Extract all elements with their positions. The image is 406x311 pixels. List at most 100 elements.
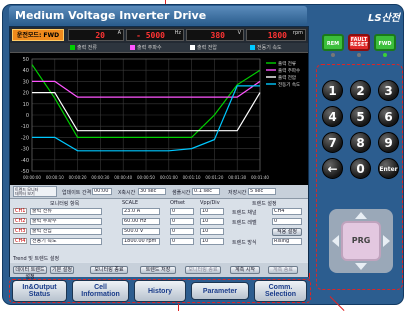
voltage-unit: V xyxy=(237,30,241,36)
x-tick-label: 00:01:30 xyxy=(228,175,246,180)
backspace-key[interactable]: ← xyxy=(322,158,343,179)
channel-tag[interactable]: CH4 xyxy=(13,238,27,244)
trend-level-field[interactable]: 0 xyxy=(272,218,302,225)
fwd-key[interactable]: FWD xyxy=(374,34,396,51)
legend-voltage: 출력 전압 xyxy=(190,44,217,51)
trend-save-button[interactable]: 트렌드 저장 xyxy=(140,266,176,274)
channel-div-field[interactable]: 10 xyxy=(200,208,224,215)
speed-value: 1800 xyxy=(267,31,287,40)
brand-logo: LS산전 xyxy=(368,13,400,24)
col-header-offset: Offset xyxy=(170,200,186,206)
key-6[interactable]: 6 xyxy=(378,106,399,127)
channel-scale-field[interactable]: 60.00 Hz xyxy=(122,218,160,225)
tab-history[interactable]: History xyxy=(134,280,186,302)
measure-start-button[interactable]: 계측 시작 xyxy=(230,266,260,274)
x-tick-label: 00:01:40 xyxy=(251,175,269,180)
frequency-value: - 5000 xyxy=(136,31,165,40)
col-header-trend-setting: 트렌드 설정 xyxy=(252,201,277,207)
key-2[interactable]: 2 xyxy=(350,80,371,101)
trend-channel-select[interactable]: CH4 xyxy=(272,208,302,215)
right-arrow-icon[interactable] xyxy=(383,235,390,247)
trend-channel-label: 트렌드 채널 xyxy=(232,210,257,216)
save-time-select[interactable]: 5 sec xyxy=(248,188,276,195)
enter-key[interactable]: Enter xyxy=(378,158,399,179)
left-arrow-icon[interactable] xyxy=(332,235,339,247)
channel-tag[interactable]: CH2 xyxy=(13,218,27,224)
status-row: 운전모드: FWD 20 A - 5000 Hz 380 V 1800 rpm xyxy=(10,27,308,43)
rem-key[interactable]: REM xyxy=(322,34,344,51)
channel-tag[interactable]: CH3 xyxy=(13,228,27,234)
monitoring-end-button[interactable]: 모니터링 종료 xyxy=(185,266,221,274)
voltage-value: 380 xyxy=(210,31,225,40)
legend-label: 출력 전류 xyxy=(77,45,97,51)
channel-offset-field[interactable]: 0 xyxy=(170,208,194,215)
tab-label-line: Status xyxy=(28,291,51,298)
legend-swatch xyxy=(130,45,135,50)
frequency-unit: Hz xyxy=(174,30,181,36)
default-settings-button[interactable]: 기본 설정 xyxy=(50,266,74,274)
fwd-led xyxy=(383,53,387,57)
trend-level-label: 트렌드 레벨 xyxy=(232,220,257,226)
run-mode-indicator: 운전모드: FWD xyxy=(12,29,64,41)
measure-stop-button[interactable]: 계측 종료 xyxy=(268,266,298,274)
x-tick-label: 00:00:30 xyxy=(91,175,109,180)
key-8[interactable]: 8 xyxy=(350,132,371,153)
tab-label-line: Information xyxy=(81,291,120,298)
x-axis-time-select[interactable]: 30 sec xyxy=(138,188,166,195)
channel-item-select[interactable]: 출력 주파수 xyxy=(30,218,102,225)
key-1[interactable]: 1 xyxy=(322,80,343,101)
tab-label-line: Cell xyxy=(94,284,107,291)
tab-cell-information[interactable]: Cell Information xyxy=(72,280,129,302)
y-tick-label: -10 xyxy=(21,124,29,130)
speed-readout: 1800 rpm xyxy=(246,29,306,41)
y-tick-label: 0 xyxy=(26,113,29,119)
x-tick-label: 00:01:00 xyxy=(160,175,178,180)
x-tick-label: 00:00:10 xyxy=(46,175,64,180)
channel-offset-field[interactable]: 0 xyxy=(170,218,194,225)
channel-offset-field[interactable]: 0 xyxy=(170,238,194,245)
channel-div-field[interactable]: 10 xyxy=(200,238,224,245)
update-interval-field[interactable]: 00:00 xyxy=(92,188,112,195)
trend-mode-select[interactable]: Rising xyxy=(272,238,302,245)
key-5[interactable]: 5 xyxy=(350,106,371,127)
y-tick-label: 20 xyxy=(23,91,29,97)
key-3[interactable]: 3 xyxy=(378,80,399,101)
channel-item-select[interactable]: 출력 전압 xyxy=(30,228,102,235)
sample-time-select[interactable]: 0.1 sec xyxy=(192,188,220,195)
key-0[interactable]: 0 xyxy=(350,158,371,179)
key-7[interactable]: 7 xyxy=(322,132,343,153)
channel-scale-field[interactable]: 1800.00 rpm xyxy=(122,238,160,245)
down-arrow-icon[interactable] xyxy=(355,263,367,270)
channel-div-field[interactable]: 10 xyxy=(200,228,224,235)
trend-settings-button[interactable]: 데이터 트렌드 설정 xyxy=(13,266,47,280)
tab-parameter[interactable]: Parameter xyxy=(191,282,249,300)
y-tick-label: -20 xyxy=(21,135,29,141)
tab-comm-selection[interactable]: Comm. Selection xyxy=(254,280,307,302)
monitoring-stop-button[interactable]: 모니터링 종료 xyxy=(90,266,128,274)
tab-io-status[interactable]: In&Output Status xyxy=(12,280,67,302)
key-9[interactable]: 9 xyxy=(378,132,399,153)
x-tick-label: 00:00:00 xyxy=(23,175,41,180)
key-4[interactable]: 4 xyxy=(322,106,343,127)
apply-trend-button[interactable]: 적용 설정 xyxy=(272,228,302,236)
fault-led xyxy=(357,53,361,57)
up-arrow-icon[interactable] xyxy=(355,212,367,219)
channel-scale-field[interactable]: 500.0 V xyxy=(122,228,160,235)
channel-offset-field[interactable]: 0 xyxy=(170,228,194,235)
sample-time-label: 샘플시간 xyxy=(172,190,191,196)
channel-settings-table: 모니터링 항목 SCALE Offset Vpp/Div 트렌드 설정 CH1 … xyxy=(10,199,308,262)
channel-div-field[interactable]: 10 xyxy=(200,218,224,225)
legend-entry: 출력 전압 xyxy=(278,74,296,81)
channel-tag[interactable]: CH1 xyxy=(13,208,27,214)
channel-item-select[interactable]: 출력 전류 xyxy=(30,208,102,215)
legend-label: 출력 주파수 xyxy=(137,45,162,51)
y-tick-label: 50 xyxy=(23,57,29,63)
prg-key[interactable]: PRG xyxy=(341,221,381,261)
legend-entry: 출력 주파수 xyxy=(278,67,300,74)
tab-label-line: Parameter xyxy=(202,287,238,295)
col-header-vpp-div: Vpp/Div xyxy=(200,200,220,206)
channel-scale-field[interactable]: 23.0 A xyxy=(122,208,160,215)
trend-view-label: 트렌드 모니터 데이터 보기 xyxy=(13,186,57,197)
fault-reset-key[interactable]: FAULT RESET xyxy=(348,34,370,51)
channel-item-select[interactable]: 전동기 속도 xyxy=(30,238,102,245)
